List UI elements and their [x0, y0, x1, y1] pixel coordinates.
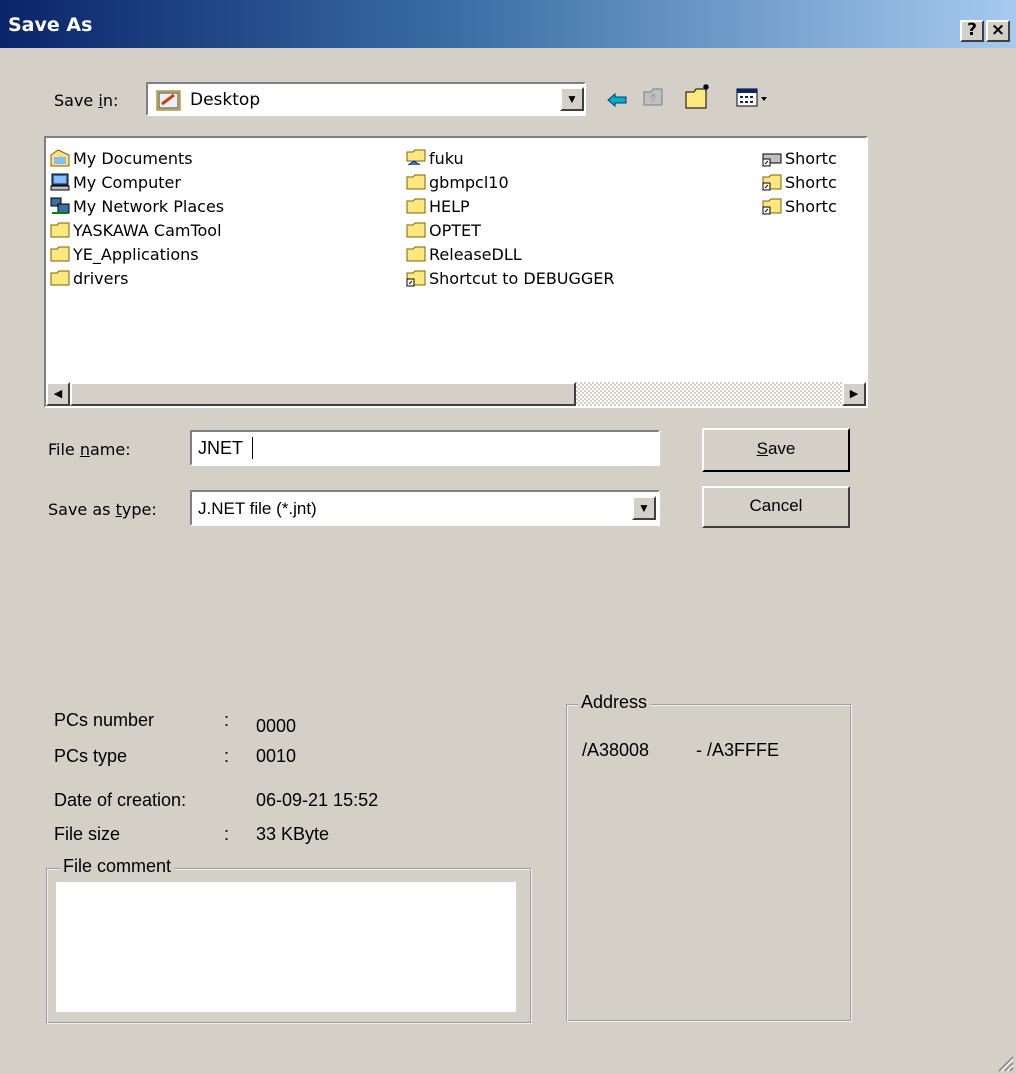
- list-item[interactable]: gbmpcl10: [406, 170, 509, 194]
- shared-folder-icon: [406, 149, 426, 166]
- new-folder-icon[interactable]: [684, 82, 714, 110]
- save-in-value: Desktop: [190, 90, 261, 110]
- folder-icon: [50, 222, 70, 238]
- list-item[interactable]: YASKAWA CamTool: [50, 218, 222, 242]
- save-as-type-label: Save as type:: [48, 500, 157, 519]
- folder-icon: [50, 270, 70, 286]
- chevron-down-icon[interactable]: ▼: [632, 496, 656, 520]
- list-item-label: drivers: [73, 268, 129, 288]
- scroll-thumb[interactable]: [70, 382, 576, 406]
- desktop-icon: [156, 90, 181, 111]
- list-item-label: ReleaseDLL: [429, 244, 522, 264]
- list-item-label: YASKAWA CamTool: [73, 220, 222, 240]
- list-item[interactable]: My Network Places: [50, 194, 224, 218]
- folder-icon: [406, 174, 426, 190]
- network-places-icon: [50, 197, 70, 214]
- list-item-label: Shortc: [785, 196, 837, 216]
- list-item[interactable]: Shortc: [762, 194, 837, 218]
- file-comment-textarea[interactable]: [56, 882, 516, 1012]
- title-bar: Save As ? ×: [0, 0, 1016, 48]
- drive-shortcut-icon: [762, 153, 782, 167]
- file-size-separator: :: [224, 824, 230, 844]
- pcs-number-label: PCs number: [54, 710, 155, 730]
- address-end: - /A3FFFE: [696, 740, 780, 760]
- list-item[interactable]: fuku: [406, 146, 464, 170]
- scroll-right-button[interactable]: ▶: [842, 382, 866, 406]
- list-item-label: OPTET: [429, 220, 481, 240]
- file-size-value: 33 KByte: [256, 824, 330, 844]
- list-item[interactable]: ReleaseDLL: [406, 242, 522, 266]
- list-item-label: My Computer: [73, 172, 181, 192]
- folder-icon: [406, 246, 426, 262]
- save-in-label: Save in:: [54, 91, 119, 110]
- date-value: 06-09-21 15:52: [256, 790, 379, 810]
- pcs-type-separator: :: [224, 746, 230, 766]
- pcs-number-value: 0000: [256, 716, 297, 736]
- address-title: Address: [578, 692, 651, 713]
- view-menu-icon[interactable]: [736, 88, 770, 108]
- up-folder-icon[interactable]: [642, 86, 666, 108]
- window-title: Save As: [8, 14, 93, 36]
- address-start: /A38008: [582, 740, 650, 760]
- list-item-label: gbmpcl10: [429, 172, 509, 192]
- list-item[interactable]: drivers: [50, 266, 128, 290]
- scroll-left-button[interactable]: ◀: [46, 382, 70, 406]
- my-computer-icon: [50, 173, 70, 191]
- list-item[interactable]: Shortc: [762, 146, 837, 170]
- list-item[interactable]: OPTET: [406, 218, 481, 242]
- help-button[interactable]: ?: [960, 20, 984, 42]
- list-item-label: Shortc: [785, 172, 837, 192]
- save-in-combo[interactable]: Desktop ▼: [146, 82, 586, 116]
- pcs-type-label: PCs type: [54, 746, 128, 766]
- list-item-label: Shortc: [785, 148, 837, 168]
- cancel-button[interactable]: Cancel: [702, 486, 850, 528]
- my-documents-icon: [50, 149, 70, 167]
- chevron-down-icon[interactable]: ▼: [560, 87, 584, 111]
- list-item-label: Shortcut to DEBUGGER: [429, 268, 615, 288]
- folder-shortcut-icon: [406, 270, 426, 287]
- pcs-type-value: 0010: [256, 746, 297, 766]
- back-arrow-icon[interactable]: [606, 92, 628, 108]
- text-cursor: [252, 437, 253, 459]
- file-name-label: File name:: [48, 440, 131, 459]
- list-item[interactable]: Shortc: [762, 170, 837, 194]
- folder-icon: [406, 222, 426, 238]
- list-item[interactable]: Shortcut to DEBUGGER: [406, 266, 615, 290]
- folder-icon: [50, 246, 70, 262]
- pcs-number-separator: :: [224, 710, 230, 730]
- save-button[interactable]: Save: [702, 428, 850, 472]
- save-as-type-select[interactable]: J.NET file (*.jnt) ▼: [190, 490, 660, 526]
- folder-shortcut-icon: [762, 198, 782, 215]
- file-size-label: File size: [54, 824, 121, 844]
- save-as-type-value: J.NET file (*.jnt): [198, 499, 317, 518]
- list-item-label: My Network Places: [73, 196, 225, 216]
- file-list[interactable]: My Documents My Computer My Network Plac…: [44, 136, 868, 408]
- list-item[interactable]: My Computer: [50, 170, 181, 194]
- resize-grip-icon[interactable]: [996, 1054, 1014, 1072]
- list-item[interactable]: My Documents: [50, 146, 193, 170]
- file-comment-title: File comment: [60, 856, 175, 877]
- list-item[interactable]: HELP: [406, 194, 470, 218]
- file-name-input[interactable]: JNET: [190, 430, 660, 466]
- folder-icon: [406, 198, 426, 214]
- list-item-label: My Documents: [73, 148, 193, 168]
- folder-shortcut-icon: [762, 174, 782, 191]
- horizontal-scrollbar[interactable]: ◀ ▶: [46, 382, 866, 406]
- close-button[interactable]: ×: [986, 20, 1010, 42]
- date-label: Date of creation:: [54, 790, 187, 810]
- list-item-label: HELP: [429, 196, 470, 216]
- file-name-value: JNET: [198, 438, 243, 458]
- list-item-label: YE_Applications: [73, 244, 199, 264]
- list-item-label: fuku: [429, 148, 464, 168]
- list-item[interactable]: YE_Applications: [50, 242, 199, 266]
